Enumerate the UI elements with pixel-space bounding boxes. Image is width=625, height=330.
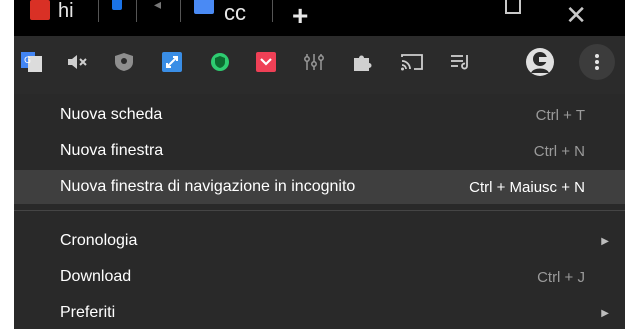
restore-icon[interactable]	[505, 0, 521, 14]
tab-separator	[136, 0, 137, 22]
extensions-icon[interactable]	[350, 50, 374, 74]
equalizer-icon[interactable]	[302, 50, 326, 74]
menu-item-label: Nuova scheda	[60, 106, 163, 123]
menu-item-downloads[interactable]: Download Ctrl + J	[14, 260, 625, 294]
tab-separator	[180, 0, 181, 22]
gmail-icon[interactable]	[30, 0, 50, 20]
close-window-button[interactable]: ✕	[565, 0, 587, 31]
menu-item-bookmarks[interactable]: Preferiti ▶	[14, 296, 625, 330]
submenu-arrow-icon: ▶	[601, 235, 609, 247]
google-translate-icon[interactable]: G	[20, 50, 44, 74]
tab-audio-icon[interactable]: ◂	[154, 0, 161, 13]
chrome-main-menu: Nuova scheda Ctrl + T Nuova finestra Ctr…	[14, 94, 625, 329]
tab-calendar-icon[interactable]	[194, 0, 214, 14]
menu-item-new-incognito-window[interactable]: Nuova finestra di navigazione in incogni…	[14, 170, 625, 204]
tab-title-fragment: hi	[58, 0, 74, 22]
menu-item-shortcut: Ctrl + J	[537, 268, 585, 286]
shield-icon[interactable]	[112, 50, 136, 74]
pocket-icon[interactable]	[254, 50, 278, 74]
menu-divider	[14, 210, 625, 211]
fullscreen-icon[interactable]	[160, 50, 184, 74]
reading-list-icon[interactable]	[448, 50, 472, 74]
menu-item-new-tab[interactable]: Nuova scheda Ctrl + T	[14, 98, 625, 132]
menu-item-label: Cronologia	[60, 232, 138, 249]
tab-favicon-icon[interactable]	[112, 0, 122, 10]
tab-title-fragment: cc	[224, 0, 246, 25]
menu-item-shortcut: Ctrl + T	[535, 106, 585, 124]
menu-item-label: Preferiti	[60, 304, 116, 321]
submenu-arrow-icon: ▶	[601, 307, 609, 319]
title-bar: hi ◂ cc + ✕	[14, 0, 625, 36]
menu-item-shortcut: Ctrl + N	[533, 142, 585, 160]
menu-item-label: Nuova finestra di navigazione in incogni…	[60, 178, 356, 195]
adguard-icon[interactable]	[208, 50, 232, 74]
profile-avatar-icon[interactable]	[524, 46, 556, 78]
tab-separator	[272, 0, 273, 22]
svg-text:G: G	[24, 56, 31, 66]
menu-item-shortcut: Ctrl + Maiusc + N	[469, 178, 585, 196]
menu-item-label: Nuova finestra	[60, 142, 164, 159]
mute-tab-icon[interactable]	[66, 50, 90, 74]
new-tab-button[interactable]: +	[292, 0, 308, 32]
cast-icon[interactable]	[400, 50, 424, 74]
menu-item-history[interactable]: Cronologia ▶	[14, 224, 625, 258]
more-menu-button[interactable]	[579, 44, 615, 80]
menu-item-label: Download	[60, 268, 132, 285]
tab-separator	[98, 0, 99, 22]
extensions-toolbar: G	[14, 36, 625, 88]
more-menu-icon	[595, 54, 599, 70]
menu-item-new-window[interactable]: Nuova finestra Ctrl + N	[14, 134, 625, 168]
browser-window: hi ◂ cc + ✕ G Nuova scheda Ctrl + T Nuov…	[14, 0, 625, 329]
